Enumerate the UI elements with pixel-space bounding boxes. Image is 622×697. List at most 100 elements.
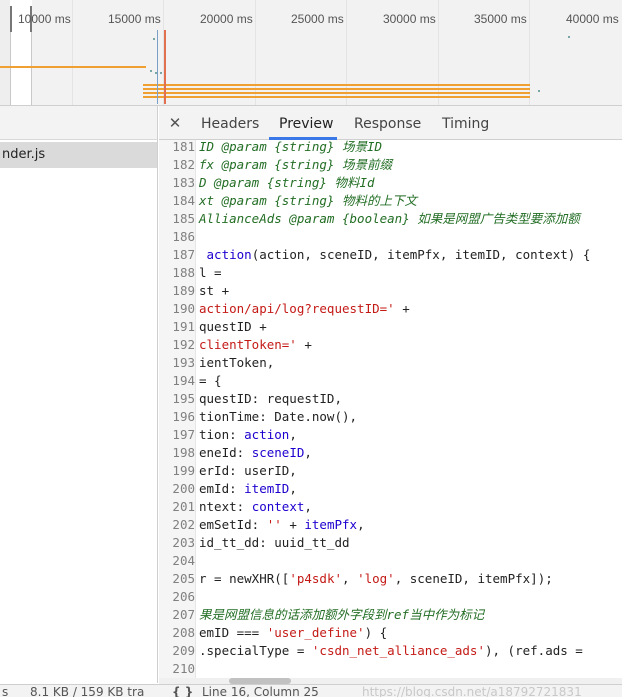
line-number: 199 xyxy=(159,462,195,480)
timeline-request-bar xyxy=(143,84,530,86)
tab-timing[interactable]: Timing xyxy=(442,116,489,132)
request-list-header xyxy=(0,106,157,140)
code-line: 184 xt @param {string} 物料的上下文 xyxy=(159,192,622,210)
tab-preview[interactable]: Preview xyxy=(279,116,334,132)
close-icon[interactable]: ✕ xyxy=(167,114,183,132)
code-token: questID + xyxy=(199,319,267,334)
tab-headers[interactable]: Headers xyxy=(201,116,259,132)
code-text: ientToken, xyxy=(199,354,274,372)
line-number: 186 xyxy=(159,228,195,246)
code-text: l = xyxy=(199,264,222,282)
code-line: 199 erId: userID, xyxy=(159,462,622,480)
code-token: sceneID xyxy=(251,445,305,460)
line-number: 198 xyxy=(159,444,195,462)
timeline-dot xyxy=(160,72,162,74)
code-token: emSetId: xyxy=(199,517,267,532)
status-bar: s 8.1 KB / 159 KB tra { } Line 16, Colum… xyxy=(0,684,622,697)
line-number: 196 xyxy=(159,408,195,426)
code-token: l = xyxy=(199,265,222,280)
code-text: D @param {string} 物料Id xyxy=(199,174,375,192)
details-tab-bar: ✕ Headers Preview Response Timing xyxy=(159,106,622,140)
code-line: 202 emSetId: '' + itemPfx, xyxy=(159,516,622,534)
code-text: 果是网盟信息的话添加额外字段到ref当中作为标记 xyxy=(199,606,484,624)
code-token: action xyxy=(206,247,252,262)
tab-response[interactable]: Response xyxy=(354,116,421,132)
code-token: ntext: xyxy=(199,499,252,514)
code-line: 210 xyxy=(159,660,622,678)
timeline-gridline xyxy=(529,0,530,105)
timeline-tick-label: 20000 ms xyxy=(200,12,253,26)
code-token: itemID xyxy=(244,481,290,496)
code-token: , xyxy=(342,571,358,586)
code-token: tionTime: Date.now(), xyxy=(199,409,358,424)
pretty-print-button[interactable]: { } xyxy=(172,685,193,697)
code-line: 197 tion: action, xyxy=(159,426,622,444)
code-token: ), (ref.ads = xyxy=(484,643,583,658)
timeline-gridline xyxy=(438,0,439,105)
code-text: emSetId: '' + itemPfx, xyxy=(199,516,365,534)
code-token: D @param {string} 物料Id xyxy=(199,175,375,190)
network-timeline-overview[interactable]: 10000 ms 15000 ms 20000 ms 25000 ms 3000… xyxy=(0,0,622,106)
code-token: , xyxy=(289,481,297,496)
code-line: 183 D @param {string} 物料Id xyxy=(159,174,622,192)
line-number: 188 xyxy=(159,264,195,282)
timeline-request-bar xyxy=(143,96,530,98)
code-token: action xyxy=(244,427,290,442)
line-number: 182 xyxy=(159,156,195,174)
code-line: 200 emId: itemID, xyxy=(159,480,622,498)
code-line: 185 AllianceAds @param {boolean} 如果是网盟广告类… xyxy=(159,210,622,228)
code-line: 204 xyxy=(159,552,622,570)
code-line: 207 果是网盟信息的话添加额外字段到ref当中作为标记 xyxy=(159,606,622,624)
line-number: 192 xyxy=(159,336,195,354)
code-text: erId: userID, xyxy=(199,462,297,480)
code-text: eneId: sceneID, xyxy=(199,444,312,462)
code-token: xt @param {string} 物料的上下文 xyxy=(199,193,417,208)
code-line: 188 l = xyxy=(159,264,622,282)
status-requests-count: s xyxy=(2,685,9,697)
line-number: 194 xyxy=(159,372,195,390)
line-number: 203 xyxy=(159,534,195,552)
code-line: 201 ntext: context, xyxy=(159,498,622,516)
request-list-item-selected[interactable]: nder.js xyxy=(0,142,157,168)
code-token: 'user_define' xyxy=(266,625,365,640)
timeline-shade-left xyxy=(0,0,10,105)
code-token: + xyxy=(394,301,410,316)
timeline-gridline xyxy=(346,0,347,105)
code-text: st + xyxy=(199,282,229,300)
code-text: id_tt_dd: uuid_tt_dd xyxy=(199,534,350,552)
code-text: ID @param {string} 场景ID xyxy=(199,140,382,156)
code-text: questID + xyxy=(199,318,267,336)
code-text: = { xyxy=(199,372,222,390)
code-line: 205 r = newXHR(['p4sdk', 'log', sceneID, … xyxy=(159,570,622,588)
code-token: 'log' xyxy=(357,571,395,586)
timeline-dot xyxy=(568,36,570,38)
code-text: action/api/log?requestID=' + xyxy=(199,300,410,318)
line-number: 184 xyxy=(159,192,195,210)
code-token: action/api/log?requestID=' xyxy=(199,301,395,316)
code-token: r = newXHR([ xyxy=(199,571,290,586)
line-number: 210 xyxy=(159,660,195,678)
timeline-tick-label: 25000 ms xyxy=(291,12,344,26)
code-line: 198 eneId: sceneID, xyxy=(159,444,622,462)
code-text: clientToken=' + xyxy=(199,336,312,354)
timeline-left-handle[interactable] xyxy=(10,6,12,32)
code-text: emID === 'user_define') { xyxy=(199,624,387,642)
line-number: 185 xyxy=(159,210,195,228)
code-line: 206 xyxy=(159,588,622,606)
code-line: 181 ID @param {string} 场景ID xyxy=(159,140,622,156)
line-number: 190 xyxy=(159,300,195,318)
code-token: questID: requestID, xyxy=(199,391,342,406)
timeline-tick-label: 30000 ms xyxy=(383,12,436,26)
timeline-dot xyxy=(155,72,157,74)
status-cursor-position: Line 16, Column 25 xyxy=(202,685,319,697)
line-number: 207 xyxy=(159,606,195,624)
timeline-tick-label: 10000 ms xyxy=(18,12,71,26)
code-token: ID @param {string} 场景ID xyxy=(199,140,383,154)
response-preview-code[interactable]: 181 ID @param {string} 场景ID 182 fx @param {… xyxy=(159,140,622,678)
code-text: xt @param {string} 物料的上下文 xyxy=(199,192,417,210)
code-line: 187 action(action, sceneID, itemPfx, ite… xyxy=(159,246,622,264)
request-list-panel: nder.js xyxy=(0,106,158,683)
code-line: 203 id_tt_dd: uuid_tt_dd xyxy=(159,534,622,552)
code-token: .specialType = xyxy=(199,643,312,658)
line-number: 183 xyxy=(159,174,195,192)
